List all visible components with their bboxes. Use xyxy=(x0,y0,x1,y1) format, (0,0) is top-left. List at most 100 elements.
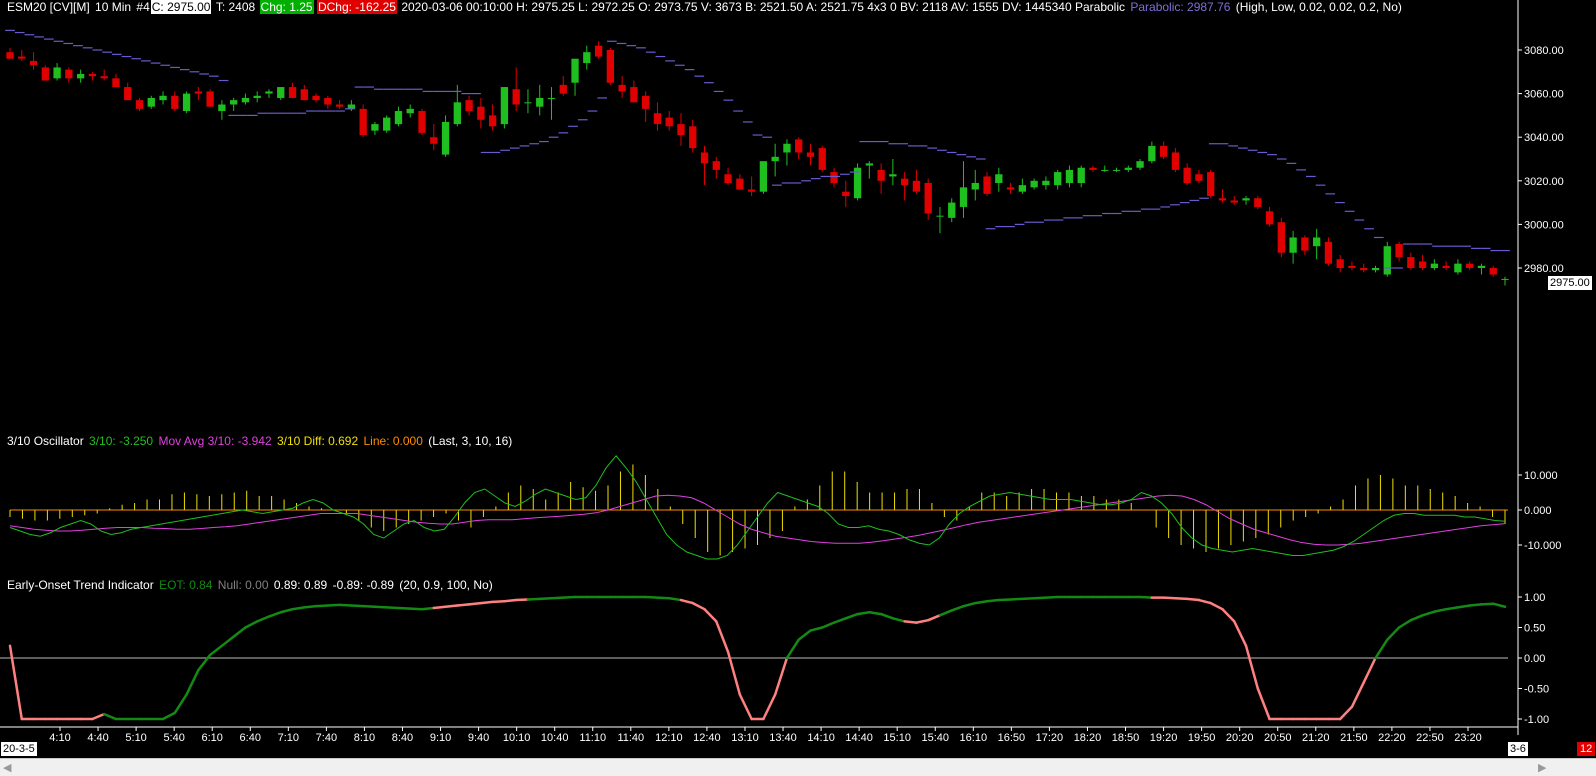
eot-line-segment xyxy=(1397,618,1413,629)
eot-line-segment xyxy=(797,629,812,641)
candle-body xyxy=(53,67,61,79)
eot-line-segment xyxy=(526,597,541,601)
price-tick-label: 3000.00 xyxy=(1524,219,1564,231)
candle-body xyxy=(653,113,662,125)
candle-body xyxy=(606,50,615,83)
eot-line-segment xyxy=(1221,607,1236,623)
scroll-left-icon[interactable]: ◀ xyxy=(3,761,11,774)
eot-params: (20, 0.9, 100, No) xyxy=(399,578,493,592)
close-value: C: 2975.00 xyxy=(150,0,212,14)
eot-line-segment xyxy=(1350,681,1365,709)
candle-body xyxy=(1183,167,1191,183)
price-tick-label: 3060.00 xyxy=(1524,89,1564,101)
time-tick-label: 12:10 xyxy=(655,732,683,744)
eot-line-segment xyxy=(1044,595,1059,599)
bar-info: 2020-03-06 00:10:00 H: 2975.25 L: 2972.2… xyxy=(401,0,1125,14)
candle-body xyxy=(1395,244,1403,258)
candle-body xyxy=(65,69,73,79)
oscillator-line-value: Line: 0.000 xyxy=(363,434,423,448)
eot-line-segment xyxy=(891,617,906,623)
candle-body xyxy=(677,124,685,136)
oscillator-diff-value: 3/10 Diff: 0.692 xyxy=(276,434,359,448)
eot-line-segment xyxy=(715,620,730,654)
candle-body xyxy=(512,89,520,105)
candle-body xyxy=(1218,198,1227,201)
interval: 10 Min xyxy=(95,0,132,14)
candle-body xyxy=(324,97,332,105)
eot-null-value: Null: 0.00 xyxy=(217,578,269,592)
candle-body xyxy=(171,95,179,109)
eot-line-segment xyxy=(538,596,553,601)
candle-body xyxy=(571,58,579,83)
eot-line-segment xyxy=(1185,597,1201,602)
time-tick-label: 13:40 xyxy=(769,732,797,744)
candle-body xyxy=(1324,241,1333,264)
candle-body xyxy=(1207,172,1215,197)
candle-body xyxy=(277,87,285,98)
eot-line-segment xyxy=(1386,626,1401,641)
eot-line-segment xyxy=(397,606,412,610)
candle-body xyxy=(124,87,132,101)
eot-line-segment xyxy=(1021,596,1036,601)
candle-body xyxy=(194,91,202,94)
time-tick-label: 4:10 xyxy=(49,732,70,744)
time-tick-label: 9:10 xyxy=(430,732,451,744)
eot-line-segment xyxy=(691,601,706,611)
price-tick-label: 3080.00 xyxy=(1524,45,1564,57)
horizontal-scrollbar[interactable]: ◀ ▶ xyxy=(0,758,1596,776)
candle-body xyxy=(29,60,38,66)
eot-line-segment xyxy=(102,712,118,721)
eot-line-segment xyxy=(809,626,824,632)
time-tick-label: 16:50 xyxy=(998,732,1026,744)
eot-line-segment xyxy=(856,611,871,616)
candle-body xyxy=(18,56,26,59)
candle-body xyxy=(253,95,261,98)
time-tick-label: 18:20 xyxy=(1074,732,1102,744)
candle-body xyxy=(1006,187,1015,190)
oscillator-tick-label: 10.000 xyxy=(1524,470,1558,482)
candle-body xyxy=(1301,237,1309,251)
candle-body xyxy=(547,97,556,99)
candle-body xyxy=(1466,263,1474,268)
time-tick-label: 11:40 xyxy=(617,732,644,744)
candle-body xyxy=(912,180,921,192)
candle-body xyxy=(1454,263,1462,273)
eot-up-threshold: 0.89: 0.89 xyxy=(273,578,328,592)
candle-body xyxy=(394,111,403,125)
eot-line-segment xyxy=(679,598,695,605)
time-tick-label: 15:10 xyxy=(883,732,911,744)
scroll-right-icon[interactable]: ▶ xyxy=(1538,761,1546,774)
eot-line-segment xyxy=(279,607,294,614)
eot-line-segment xyxy=(879,612,895,620)
candle-body xyxy=(983,176,991,194)
eot-line-segment xyxy=(432,605,447,610)
candle-body xyxy=(182,93,191,112)
eot-line-segment xyxy=(1480,602,1495,606)
candle-body xyxy=(924,182,932,214)
candle-body xyxy=(1195,174,1203,181)
eot-line-segment xyxy=(1456,604,1471,609)
candle-body xyxy=(1018,185,1027,192)
eot-line-segment xyxy=(185,668,200,696)
eot-line-segment xyxy=(1433,607,1448,613)
oscillator-pane xyxy=(9,454,1508,560)
chart-area[interactable]: 3080.00 3060.00 3040.00 3020.00 3000.00 2980.… xyxy=(0,0,1596,775)
candle-body xyxy=(842,191,850,197)
candle-body xyxy=(900,178,909,186)
candle-body xyxy=(1042,180,1050,186)
chart-canvas[interactable]: 3080.00 3060.00 3040.00 3020.00 3000.00 2980.… xyxy=(0,0,1596,760)
chg-value: Chg: 1.25 xyxy=(259,0,314,14)
eot-tick-label: 0.00 xyxy=(1524,653,1545,665)
dchg-value: DChg: -162.25 xyxy=(316,0,397,14)
price-pane xyxy=(5,29,1510,286)
candle-body xyxy=(500,87,509,125)
first-date-label: 20-3-5 xyxy=(1,742,37,756)
candle-body xyxy=(889,174,897,177)
candle-body xyxy=(524,102,532,104)
eot-header: Early-Onset Trend Indicator EOT: 0.84 Nu… xyxy=(6,578,494,593)
parabolic-value: Parabolic: 2987.76 xyxy=(1130,0,1231,14)
candle-body xyxy=(771,156,779,162)
eot-line-segment xyxy=(197,653,212,672)
eot-tick-label: -1.00 xyxy=(1524,714,1549,726)
candle-body xyxy=(335,104,344,107)
